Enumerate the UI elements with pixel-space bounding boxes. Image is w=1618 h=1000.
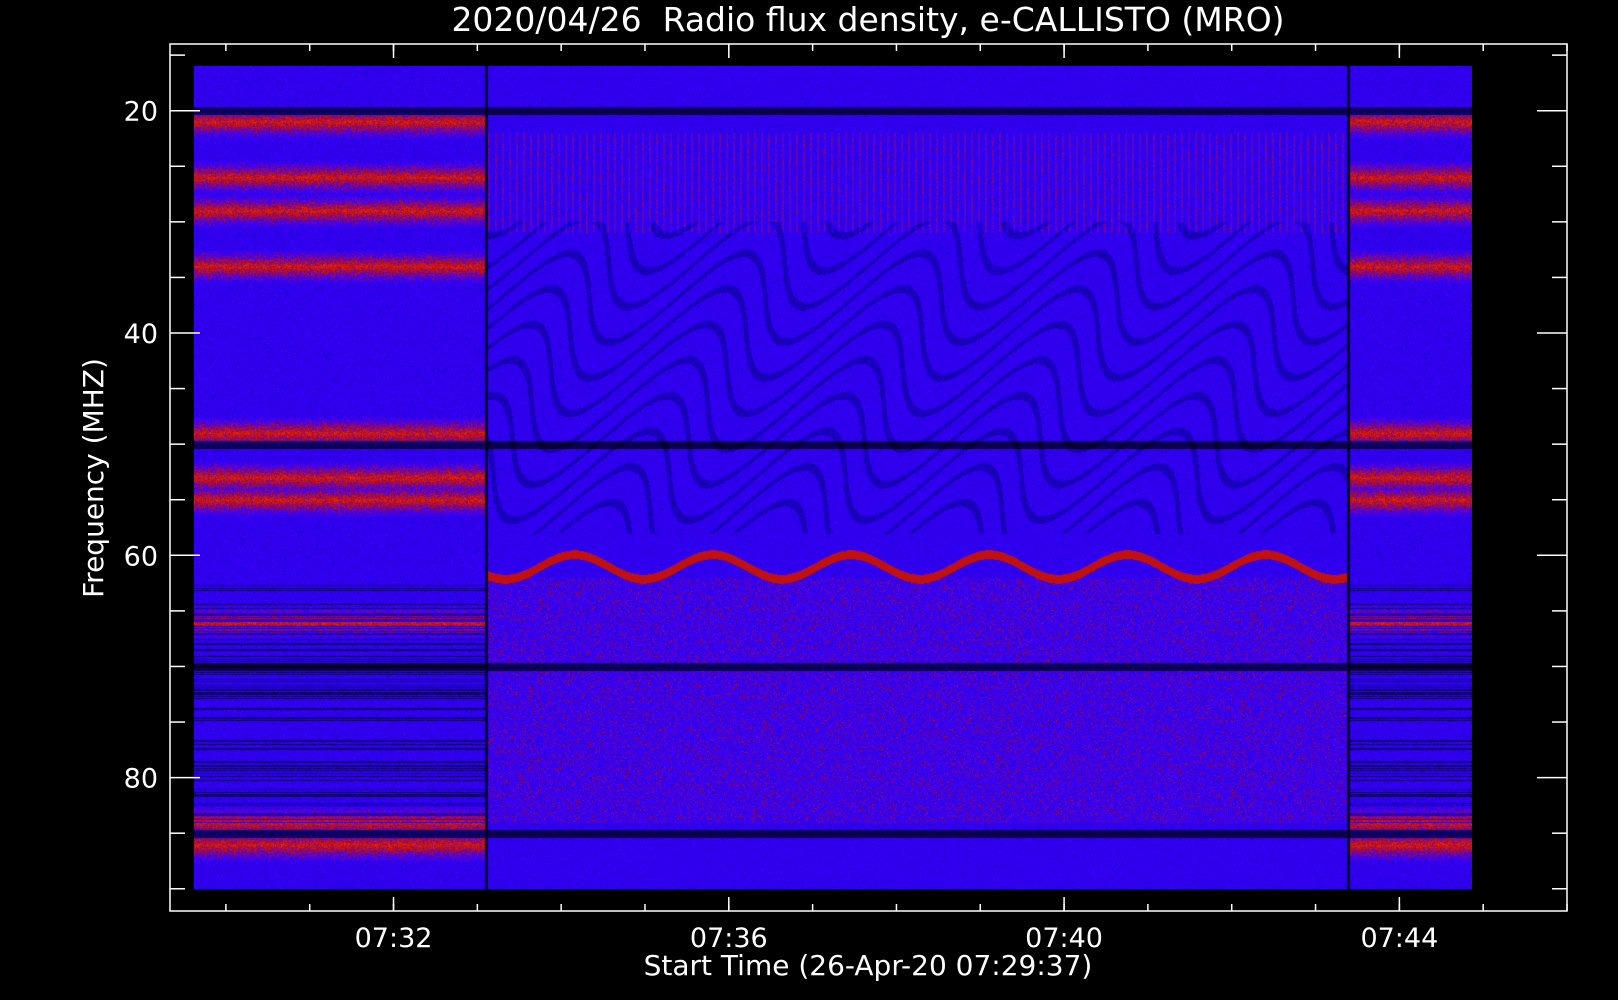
x-tick-label: 07:32 bbox=[355, 923, 433, 954]
x-tick-label: 07:44 bbox=[1360, 923, 1438, 954]
y-tick-label: 20 bbox=[124, 97, 158, 128]
y-tick-label: 60 bbox=[124, 541, 158, 572]
spectrogram-chart: 2020/04/26 Radio flux density, e-CALLIST… bbox=[77, 0, 1568, 982]
spectrogram-image bbox=[194, 66, 1472, 889]
y-tick-label: 40 bbox=[124, 319, 158, 350]
y-tick-label: 80 bbox=[124, 764, 158, 795]
x-axis-label: Start Time (26-Apr-20 07:29:37) bbox=[644, 949, 1093, 982]
chart-title: 2020/04/26 Radio flux density, e-CALLIST… bbox=[451, 0, 1284, 39]
spectrogram-plot bbox=[194, 66, 1472, 889]
y-axis-label: Frequency (MHZ) bbox=[77, 358, 110, 598]
